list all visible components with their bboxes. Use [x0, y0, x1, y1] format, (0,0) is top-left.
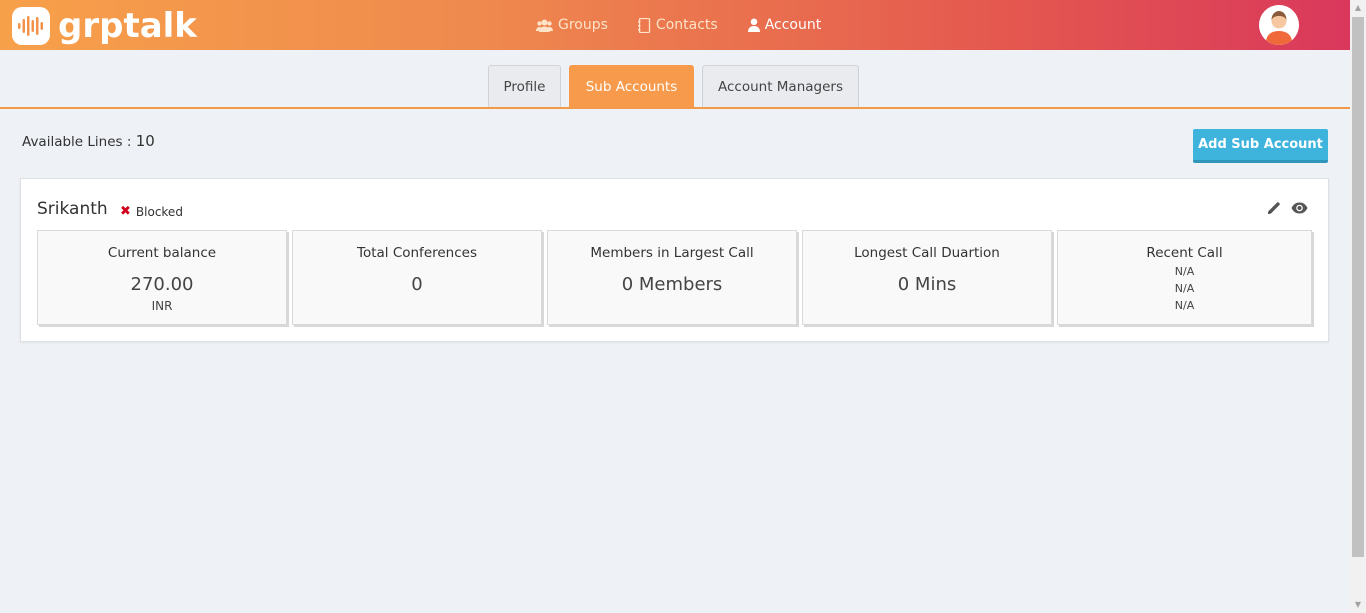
stat-members-largest-call: Members in Largest Call 0 Members [547, 230, 797, 325]
stat-longest-call-duration: Longest Call Duartion 0 Mins [802, 230, 1052, 325]
scroll-thumb[interactable] [1352, 17, 1364, 557]
eye-icon[interactable] [1291, 200, 1308, 214]
stat-recent-call: Recent Call N/A N/A N/A [1057, 230, 1312, 325]
users-icon [536, 19, 553, 32]
pencil-icon[interactable] [1267, 200, 1281, 214]
stat-unit: INR [151, 299, 173, 313]
recent-call-line: N/A [1174, 282, 1195, 295]
sub-account-name: Srikanth [37, 199, 108, 219]
stat-label: Longest Call Duartion [854, 245, 1000, 261]
top-navbar: grptalk Groups Contacts Account [0, 0, 1350, 50]
tab-account-managers[interactable]: Account Managers [702, 65, 859, 108]
recent-call-line: N/A [1174, 299, 1195, 312]
stat-total-conferences: Total Conferences 0 [292, 230, 542, 325]
nav-account[interactable]: Account [747, 17, 822, 33]
add-sub-account-button[interactable]: Add Sub Account [1193, 129, 1328, 163]
nav-contacts-label: Contacts [655, 17, 718, 33]
tab-sub-accounts[interactable]: Sub Accounts [569, 65, 694, 108]
available-lines: Available Lines : 10 [22, 132, 155, 150]
stat-label: Current balance [107, 245, 217, 261]
nav-contacts[interactable]: Contacts [637, 17, 718, 33]
sub-account-card: Srikanth ✖ Blocked Current balance 270.0… [20, 178, 1329, 342]
stat-value: 270.00 [130, 274, 194, 295]
user-icon [747, 18, 760, 32]
scroll-down-arrow-icon[interactable]: ▼ [1350, 597, 1366, 613]
status-badge: ✖ Blocked [120, 204, 183, 219]
nav-account-label: Account [764, 17, 822, 33]
stat-current-balance: Current balance 270.00 INR [37, 230, 287, 325]
stat-value: 0 [411, 274, 423, 295]
address-book-icon [637, 17, 651, 33]
tabs-divider [0, 107, 1350, 109]
stat-label: Recent Call [1146, 245, 1223, 261]
scroll-up-arrow-icon[interactable]: ▲ [1350, 0, 1366, 16]
user-avatar[interactable] [1259, 5, 1299, 45]
logo-icon [12, 7, 50, 45]
page-scrollbar[interactable]: ▲ ▼ [1350, 0, 1366, 613]
tab-profile[interactable]: Profile [488, 65, 561, 108]
available-lines-label: Available Lines : [22, 134, 132, 150]
brand-name: grptalk [58, 6, 197, 46]
brand-logo[interactable]: grptalk [12, 6, 197, 46]
available-lines-value: 10 [135, 132, 155, 150]
recent-call-line: N/A [1174, 265, 1195, 278]
blocked-x-icon: ✖ [120, 204, 131, 219]
nav-groups-label: Groups [558, 17, 608, 33]
stat-value: 0 Mins [897, 274, 957, 295]
status-label: Blocked [135, 204, 183, 219]
stat-label: Members in Largest Call [590, 245, 754, 261]
nav-groups[interactable]: Groups [536, 17, 608, 33]
stat-value: 0 Members [621, 274, 723, 295]
main-nav: Groups Contacts Account [536, 0, 851, 50]
stat-label: Total Conferences [357, 245, 477, 261]
